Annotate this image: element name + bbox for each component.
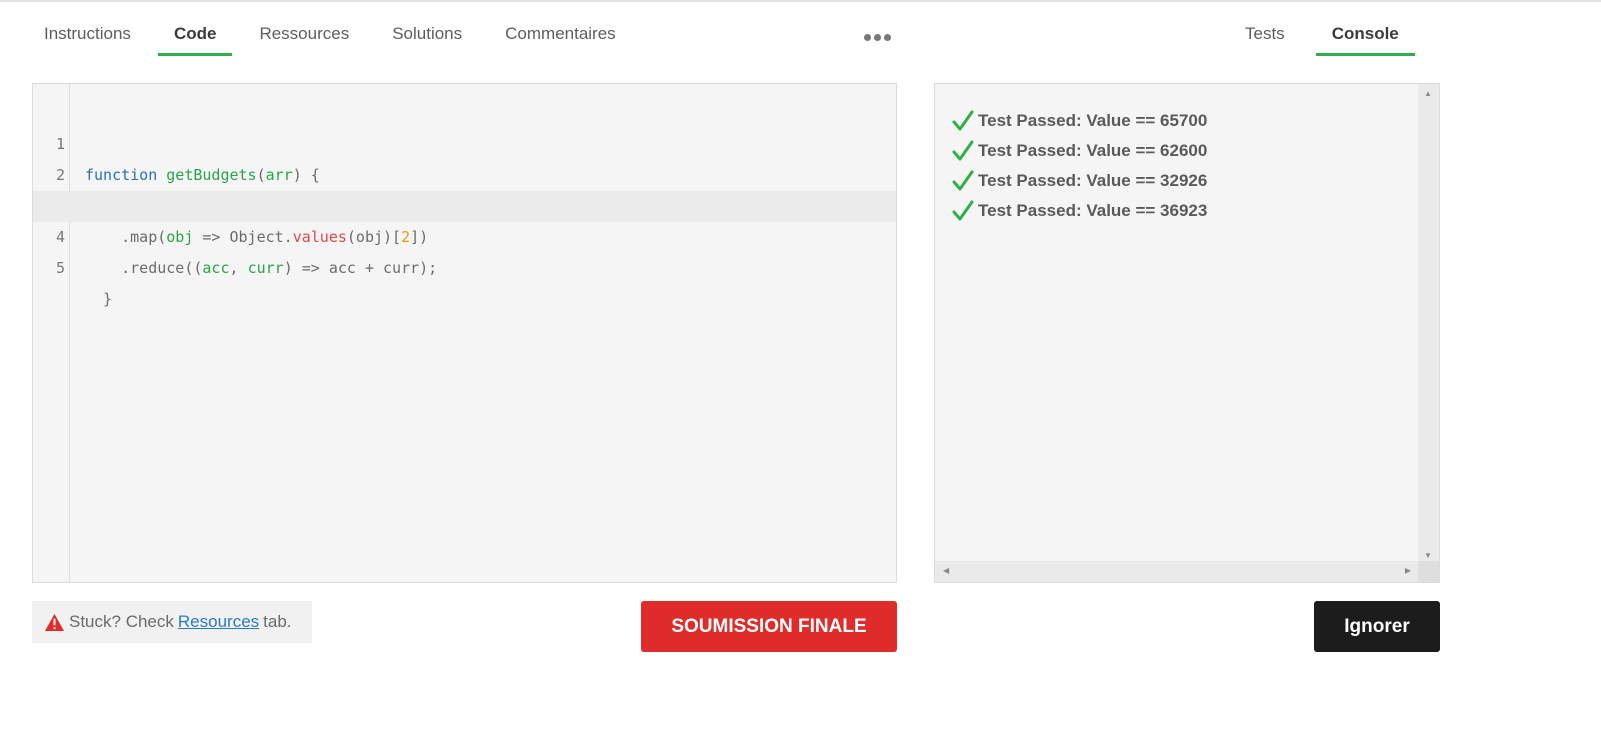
editor-tabs: Instructions Code Ressources Solutions C… [28, 14, 643, 58]
resources-link[interactable]: Resources [178, 612, 259, 632]
final-submit-button[interactable]: SOUMISSION FINALE [641, 601, 897, 652]
console-message-text: Test Passed: Value == 65700 [978, 111, 1208, 130]
tab-ressources[interactable]: Ressources [243, 14, 365, 54]
console-message: Test Passed: Value == 65700 [951, 106, 1207, 136]
ignore-button[interactable]: Ignorer [1314, 601, 1440, 652]
check-icon [952, 140, 974, 161]
check-icon [952, 170, 974, 191]
scrollbar-corner [1418, 561, 1439, 582]
check-icon [952, 200, 974, 221]
tab-tests[interactable]: Tests [1229, 14, 1301, 54]
code-line-current[interactable]: 4 .reduce((acc, curr) => acc + curr); [33, 191, 896, 277]
stuck-hint-suffix: tab. [263, 612, 292, 631]
code-editor[interactable]: 1 function getBudgets(arr) { 2 return ar… [32, 83, 897, 583]
console-message-text: Test Passed: Value == 32926 [978, 171, 1208, 190]
console-message: Test Passed: Value == 36923 [951, 196, 1207, 226]
check-icon [952, 110, 974, 131]
console-message-text: Test Passed: Value == 62600 [978, 141, 1208, 160]
code-text: } [85, 290, 113, 308]
stuck-hint-prefix: Stuck? Check [69, 612, 174, 631]
code-line[interactable]: 5 } [33, 222, 896, 308]
console-message-text: Test Passed: Value == 36923 [978, 201, 1208, 220]
ellipsis-icon[interactable] [864, 34, 891, 41]
stuck-hint: Stuck? Check Resources tab. [32, 601, 312, 643]
tab-solutions[interactable]: Solutions [376, 14, 478, 54]
scroll-right-arrow-icon[interactable]: ▶ [1405, 567, 1411, 575]
code-line[interactable]: 1 function getBudgets(arr) { [33, 98, 896, 184]
line-number: 5 [55, 259, 65, 277]
tab-code[interactable]: Code [157, 14, 233, 56]
output-tabs: Tests Console [1229, 14, 1430, 58]
tab-instructions[interactable]: Instructions [28, 14, 147, 54]
scroll-up-arrow-icon[interactable]: ▲ [1424, 90, 1432, 98]
top-border [0, 0, 1601, 2]
code-line[interactable]: 2 return arr [33, 129, 896, 215]
code-line[interactable]: 3 .map(obj => Object.values(obj)[2]) [33, 160, 896, 246]
scroll-down-arrow-icon[interactable]: ▼ [1424, 552, 1432, 560]
console-message: Test Passed: Value == 32926 [951, 166, 1207, 196]
vertical-scrollbar[interactable]: ▲ ▼ [1418, 84, 1439, 566]
code-text: .reduce((acc, curr) => acc + curr); [85, 259, 438, 277]
tab-console[interactable]: Console [1315, 14, 1415, 56]
scroll-left-arrow-icon[interactable]: ◀ [943, 567, 949, 575]
console-message: Test Passed: Value == 62600 [951, 136, 1207, 166]
horizontal-scrollbar[interactable]: ◀ ▶ [935, 561, 1419, 582]
warning-icon [45, 613, 64, 631]
tab-commentaires[interactable]: Commentaires [489, 14, 632, 54]
console-output: Test Passed: Value == 65700 Test Passed:… [934, 83, 1440, 583]
